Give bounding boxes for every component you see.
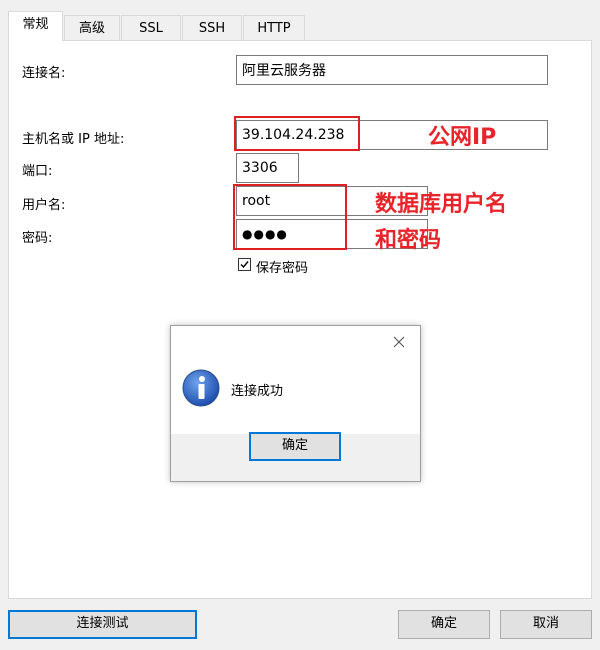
save-password-label: 保存密码	[256, 261, 309, 276]
tab-ssh[interactable]: SSH	[182, 15, 242, 40]
tab-label: SSL	[139, 21, 163, 36]
public-ip-annotation: 公网IP	[428, 125, 497, 150]
db-credentials-annotation-line1: 数据库用户名	[375, 192, 508, 217]
db-credentials-annotation-line2: 和密码	[375, 228, 442, 253]
save-password-checkbox[interactable]	[238, 258, 251, 271]
connection-success-dialog: 连接成功 确定	[170, 325, 421, 482]
credentials-highlight-box	[233, 184, 347, 250]
cancel-button[interactable]: 取消	[500, 610, 592, 639]
password-label: 密码:	[22, 231, 53, 246]
host-highlight-box	[234, 116, 360, 151]
username-label: 用户名:	[22, 198, 66, 213]
tab-ssl[interactable]: SSL	[121, 15, 181, 40]
connection-name-label: 连接名:	[22, 66, 66, 81]
info-icon	[182, 369, 220, 407]
check-icon	[240, 261, 249, 269]
ok-button[interactable]: 确定	[398, 610, 490, 639]
tab-general[interactable]: 常规	[8, 11, 63, 41]
tab-label: 常规	[22, 17, 49, 32]
tab-advanced[interactable]: 高级	[64, 15, 120, 40]
tab-label: HTTP	[257, 21, 291, 36]
dialog-ok-button[interactable]: 确定	[249, 432, 341, 461]
port-label: 端口:	[22, 164, 53, 179]
host-label: 主机名或 IP 地址:	[22, 132, 125, 147]
tab-http[interactable]: HTTP	[243, 15, 305, 40]
close-icon[interactable]	[391, 334, 407, 350]
test-connection-button[interactable]: 连接测试	[8, 610, 197, 639]
tab-label: 高级	[78, 21, 105, 36]
dialog-message: 连接成功	[231, 384, 284, 399]
port-input[interactable]	[236, 153, 299, 183]
connection-name-input[interactable]	[236, 55, 548, 85]
tab-label: SSH	[198, 21, 226, 36]
